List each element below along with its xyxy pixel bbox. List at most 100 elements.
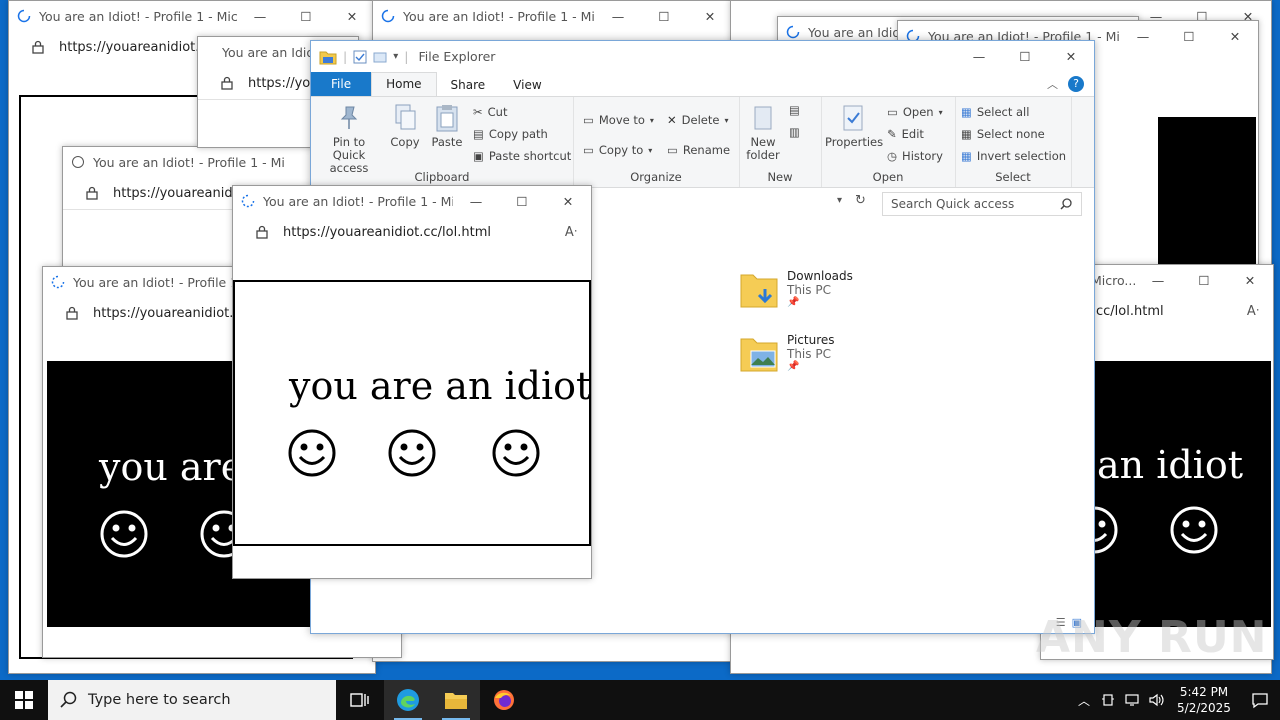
file-explorer-taskbar-button[interactable]: [432, 680, 480, 720]
taskbar-search[interactable]: Type here to search: [48, 680, 336, 720]
clipboard-group: Pin to Quick access Copy Paste ✂ Cut ▤ Cop…: [311, 97, 574, 187]
close-button[interactable]: ✕: [545, 186, 591, 216]
organize-group: ▭ Move to ▾ ▭ Copy to ▾ ✕ Delete ▾ ▭ Rename Org…: [573, 97, 740, 187]
message-panel: you are an idiot: [233, 280, 591, 546]
invert-selection-button[interactable]: ▦ Invert selection: [961, 149, 1066, 163]
new-item-button[interactable]: ▤: [789, 103, 800, 117]
read-aloud-icon[interactable]: Aᐧ: [551, 225, 591, 240]
quick-access-item[interactable]: Pictures This PC 📌: [739, 333, 835, 375]
downloads-folder-icon: [740, 274, 778, 308]
title-bar[interactable]: You are an Idiot! - Profile 1 - Micro...…: [9, 1, 375, 31]
cut-button[interactable]: ✂ Cut: [473, 105, 507, 119]
collapse-ribbon-icon[interactable]: ︿: [1047, 76, 1058, 92]
properties-icon[interactable]: [353, 50, 367, 64]
minimize-button[interactable]: —: [453, 186, 499, 216]
volume-icon[interactable]: [1144, 680, 1168, 720]
device-icon[interactable]: [1096, 680, 1120, 720]
folder-icon: [445, 693, 467, 709]
address-bar[interactable]: https://youareanidiot.cc/lol.html Aᐧ: [233, 216, 591, 249]
open-button[interactable]: ▭ Open ▾: [887, 105, 943, 119]
tab-share[interactable]: Share: [437, 74, 500, 96]
help-icon[interactable]: ?: [1068, 76, 1084, 92]
smiley-icon: [100, 510, 148, 558]
watermark: ANY RUN: [1036, 612, 1268, 663]
address-dropdown-icon[interactable]: ▾: [837, 195, 842, 206]
start-button[interactable]: [0, 680, 48, 720]
open-icon: ▭: [887, 105, 898, 119]
group-label: Select: [995, 170, 1031, 184]
firefox-taskbar-button[interactable]: [480, 680, 528, 720]
minimize-button[interactable]: —: [956, 41, 1002, 72]
chevron-up-icon[interactable]: ︿: [1072, 680, 1096, 720]
minimize-button[interactable]: —: [595, 1, 641, 31]
tab-home[interactable]: Home: [371, 72, 437, 96]
delete-button[interactable]: ✕ Delete ▾: [667, 113, 728, 127]
close-button[interactable]: ✕: [1227, 265, 1273, 295]
search-placeholder: Type here to search: [88, 692, 231, 708]
browser-window[interactable]: You are an Idiot! - Profile 1 - Micro...…: [232, 185, 592, 579]
copy-path-button[interactable]: ▤ Copy path: [473, 127, 548, 141]
new-folder-icon[interactable]: [373, 50, 387, 64]
rename-button[interactable]: ▭ Rename: [667, 143, 730, 157]
paste-shortcut-button[interactable]: ▣ Paste shortcut: [473, 149, 571, 163]
title-bar[interactable]: | ▾ | File Explorer — ☐ ✕: [311, 41, 1094, 72]
select-none-button[interactable]: ▦ Select none: [961, 127, 1045, 141]
ribbon: Pin to Quick access Copy Paste ✂ Cut ▤ Cop…: [311, 96, 1094, 188]
title-bar[interactable]: You are an Idiot! - Profile 1 - Mi: [63, 147, 323, 177]
history-button[interactable]: ◷ History: [887, 149, 943, 163]
select-group: ▦ Select all ▦ Select none ▦ Invert selecti…: [955, 97, 1072, 187]
quick-access-item[interactable]: Downloads This PC 📌: [739, 269, 853, 311]
window-title: You are an Idiot! - Profile 1 - Micro...: [403, 8, 595, 24]
edge-taskbar-button[interactable]: [384, 680, 432, 720]
paste-icon: [436, 105, 458, 132]
edit-button[interactable]: ✎ Edit: [887, 127, 924, 141]
easy-access-button[interactable]: ▥: [789, 125, 800, 139]
title-bar[interactable]: You are an Idiot! - Profile 1 - Micro...…: [373, 1, 733, 31]
close-button[interactable]: ✕: [329, 1, 375, 31]
network-icon[interactable]: [1120, 680, 1144, 720]
new-group: New folder ▤ ▥ New: [739, 97, 822, 187]
desktop: You are an Idiot! - Profile 1 - Micro...…: [0, 0, 1280, 680]
smiley-icon: [388, 429, 436, 477]
search-box[interactable]: Search Quick access: [882, 192, 1082, 216]
title-bar[interactable]: You are an Idiot! - Profile 1 - Micro...…: [233, 186, 591, 216]
select-all-button[interactable]: ▦ Select all: [961, 105, 1029, 119]
tab-view[interactable]: View: [499, 74, 555, 96]
history-icon: ◷: [887, 149, 898, 163]
copy-to-button[interactable]: ▭ Copy to ▾: [583, 143, 652, 157]
new-folder-button[interactable]: New folder: [743, 103, 783, 162]
maximize-button[interactable]: ☐: [1002, 41, 1048, 72]
maximize-button[interactable]: ☐: [1181, 265, 1227, 295]
move-to-button[interactable]: ▭ Move to ▾: [583, 113, 654, 127]
minimize-button[interactable]: —: [237, 1, 283, 31]
paste-button[interactable]: Paste: [429, 103, 465, 149]
copy-button[interactable]: Copy: [385, 103, 425, 149]
delete-icon: ✕: [667, 113, 677, 127]
task-view-button[interactable]: [336, 680, 384, 720]
read-aloud-icon[interactable]: Aᐧ: [1233, 304, 1273, 319]
maximize-button[interactable]: ☐: [641, 1, 687, 31]
rename-icon: ▭: [667, 143, 678, 157]
customize-toolbar-icon[interactable]: ▾: [393, 51, 398, 62]
pin-quick-access-button[interactable]: Pin to Quick access: [317, 103, 381, 175]
ribbon-tabs: File Home Share View ︿ ?: [311, 72, 1094, 96]
copy-path-icon: ▤: [473, 127, 484, 141]
notifications-button[interactable]: [1240, 680, 1280, 720]
search-input[interactable]: Search Quick access: [883, 197, 1059, 211]
tab-file[interactable]: File: [311, 72, 372, 96]
item-name: Pictures: [787, 333, 835, 347]
close-button[interactable]: ✕: [1048, 41, 1094, 72]
maximize-button[interactable]: ☐: [1166, 21, 1212, 51]
maximize-button[interactable]: ☐: [499, 186, 545, 216]
refresh-icon[interactable]: ↻: [855, 193, 866, 208]
clock[interactable]: 5:42 PM 5/2/2025: [1168, 684, 1240, 716]
minimize-button[interactable]: —: [1135, 265, 1181, 295]
maximize-button[interactable]: ☐: [283, 1, 329, 31]
easy-access-icon: ▥: [789, 125, 800, 139]
properties-button[interactable]: Properties: [825, 103, 883, 149]
firefox-icon: [494, 690, 514, 710]
select-none-icon: ▦: [961, 127, 972, 141]
close-button[interactable]: ✕: [687, 1, 733, 31]
minimize-button[interactable]: —: [1120, 21, 1166, 51]
close-button[interactable]: ✕: [1212, 21, 1258, 51]
